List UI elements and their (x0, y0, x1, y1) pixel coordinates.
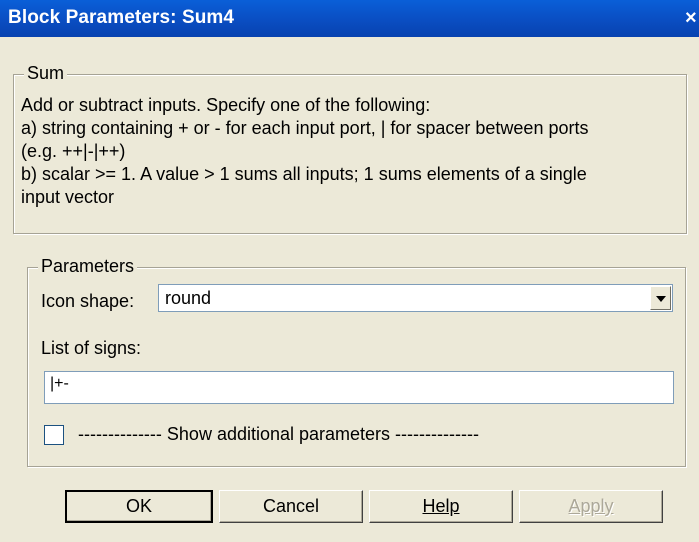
block-parameters-dialog: Block Parameters: Sum4 × Sum Add or subt… (0, 0, 699, 542)
parameters-group-legend: Parameters (38, 256, 138, 277)
title-bar[interactable]: Block Parameters: Sum4 × (0, 0, 699, 37)
close-icon[interactable]: × (685, 6, 699, 30)
help-button[interactable]: Help (369, 490, 513, 523)
parameters-group: Parameters Icon shape: round List of sig… (27, 256, 686, 467)
sum-group: Sum Add or subtract inputs. Specify one … (13, 63, 687, 234)
help-button-label: Help (422, 496, 460, 516)
show-additional-parameters-label: -------------- Show additional parameter… (78, 424, 479, 444)
sum-description-line: input vector (21, 187, 115, 207)
icon-shape-label: Icon shape: (41, 291, 135, 311)
list-of-signs-input[interactable]: |+- (44, 371, 674, 404)
show-additional-parameters-checkbox[interactable] (44, 425, 64, 445)
apply-button: Apply (519, 490, 663, 523)
icon-shape-select[interactable]: round (158, 284, 673, 312)
chevron-down-icon[interactable] (650, 286, 671, 310)
cancel-button[interactable]: Cancel (219, 490, 363, 523)
ok-button[interactable]: OK (65, 490, 213, 523)
icon-shape-value: round (165, 288, 212, 308)
apply-button-label: Apply (568, 496, 614, 516)
window-title: Block Parameters: Sum4 (8, 7, 235, 28)
list-of-signs-label: List of signs: (41, 338, 142, 358)
sum-description-line: (e.g. ++|-|++) (21, 141, 126, 161)
sum-description-line: Add or subtract inputs. Specify one of t… (21, 95, 431, 115)
sum-description-line: a) string containing + or - for each inp… (21, 118, 589, 138)
sum-group-legend: Sum (24, 63, 68, 84)
sum-description-line: b) scalar >= 1. A value > 1 sums all inp… (21, 164, 587, 184)
